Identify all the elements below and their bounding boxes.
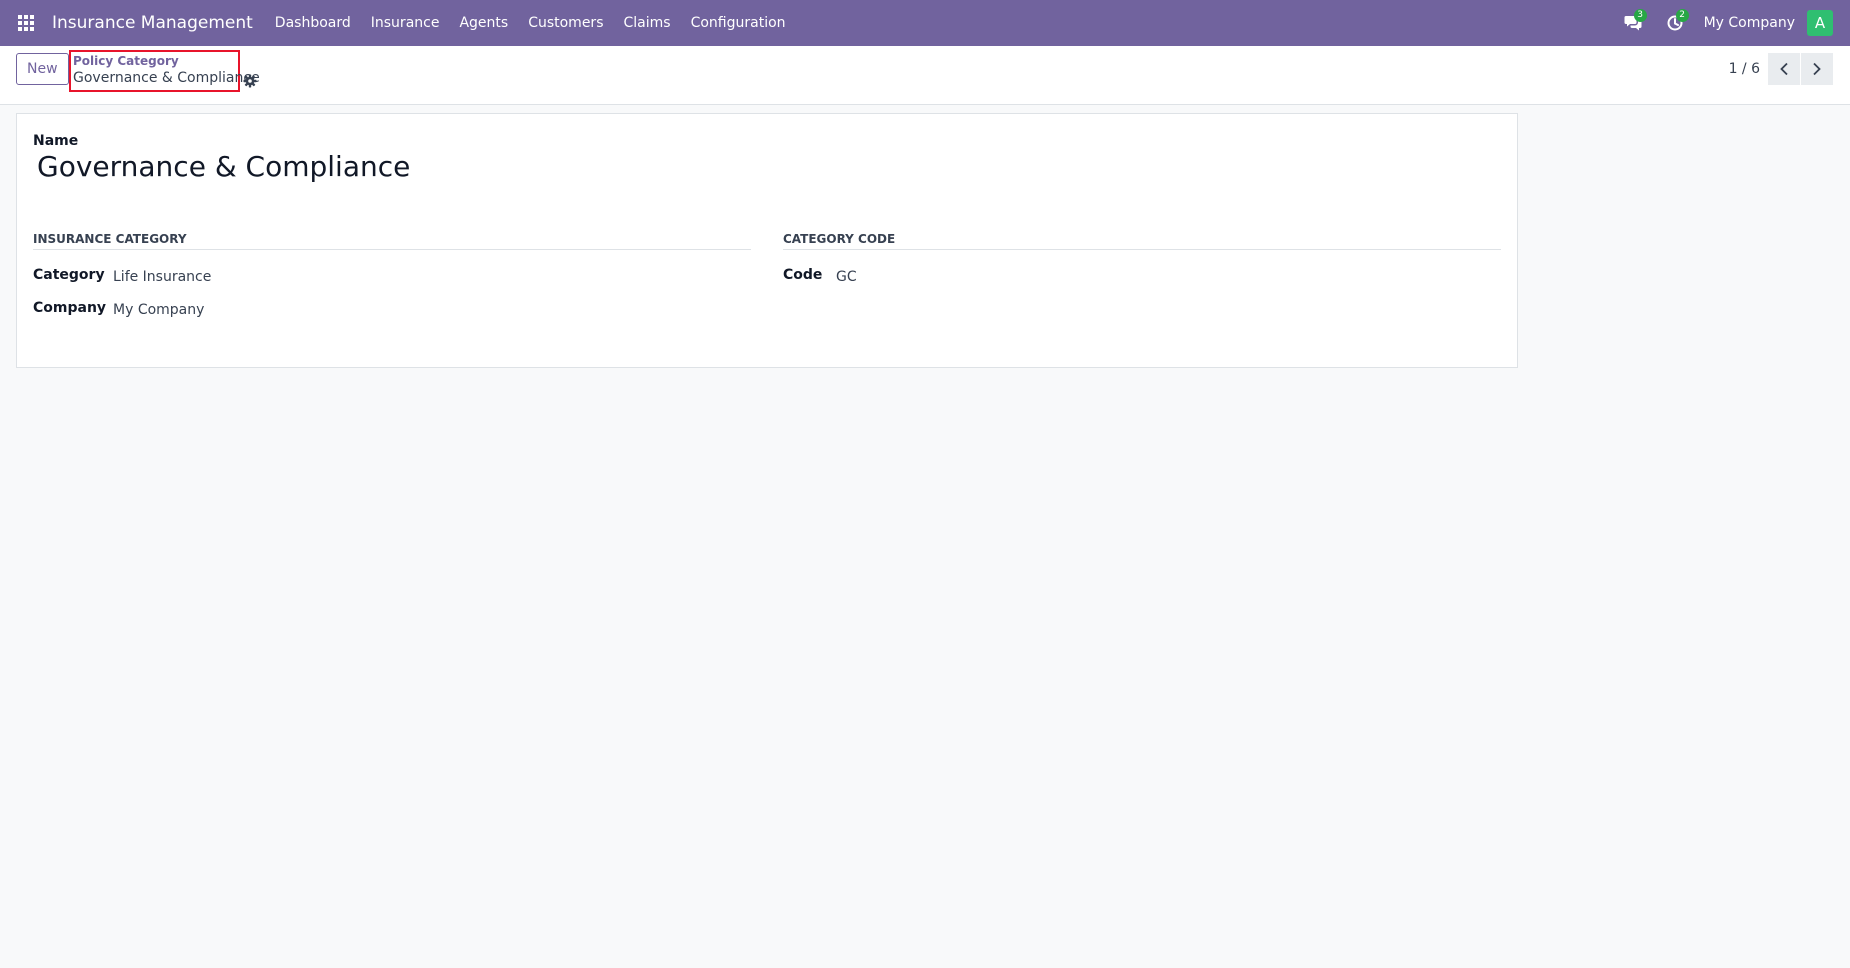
company-label: Company [33, 300, 107, 316]
breadcrumb-parent-link[interactable]: Policy Category [73, 54, 238, 69]
systray: 3 2 My Company A [1612, 0, 1850, 46]
field-row-company: Company My Company [33, 289, 751, 328]
activities-button[interactable]: 2 [1654, 0, 1696, 46]
name-label: Name [33, 133, 79, 149]
pager-value[interactable]: 1 / 6 [1729, 61, 1760, 77]
pager-next-button[interactable] [1801, 53, 1833, 85]
messages-count-badge: 3 [1633, 9, 1647, 22]
activities-count-badge: 2 [1675, 9, 1689, 22]
insurance-category-group: Insurance Category Category Life Insuran… [33, 232, 751, 328]
company-field[interactable]: My Company [113, 302, 204, 318]
user-avatar[interactable]: A [1807, 10, 1833, 36]
main-menu: Dashboard Insurance Agents Customers Cla… [265, 0, 796, 46]
field-row-category: Category Life Insurance [33, 250, 751, 289]
field-row-code: Code GC [783, 250, 1501, 289]
group-title: Insurance Category [33, 232, 751, 250]
actions-gear-button[interactable] [243, 73, 257, 88]
top-navbar: Insurance Management Dashboard Insurance… [0, 0, 1850, 46]
menu-item-agents[interactable]: Agents [449, 0, 518, 46]
menu-item-customers[interactable]: Customers [518, 0, 613, 46]
new-button[interactable]: New [16, 53, 69, 85]
breadcrumb: Policy Category Governance & Compliance [69, 50, 260, 92]
breadcrumb-current: Governance & Compliance [73, 70, 260, 86]
app-name[interactable]: Insurance Management [52, 13, 253, 33]
chevron-left-icon [1780, 62, 1788, 76]
apps-grid-icon [18, 15, 34, 31]
code-field[interactable]: GC [836, 269, 857, 285]
form-sheet: Name Governance & Compliance Insurance C… [16, 113, 1518, 368]
category-label: Category [33, 267, 105, 283]
gear-icon [243, 74, 257, 88]
menu-item-claims[interactable]: Claims [614, 0, 681, 46]
apps-menu-button[interactable] [0, 0, 52, 46]
code-label: Code [783, 267, 823, 283]
pager-previous-button[interactable] [1768, 53, 1800, 85]
menu-item-dashboard[interactable]: Dashboard [265, 0, 361, 46]
menu-item-configuration[interactable]: Configuration [681, 0, 796, 46]
name-field[interactable]: Governance & Compliance [37, 150, 410, 183]
group-title: Category Code [783, 232, 1501, 250]
menu-item-insurance[interactable]: Insurance [361, 0, 450, 46]
control-panel: New Policy Category Governance & Complia… [0, 46, 1850, 105]
category-field[interactable]: Life Insurance [113, 269, 211, 285]
category-code-group: Category Code Code GC [783, 232, 1501, 289]
record-pager: 1 / 6 [1729, 53, 1833, 85]
chevron-right-icon [1813, 62, 1821, 76]
company-switcher[interactable]: My Company [1696, 15, 1807, 31]
messages-button[interactable]: 3 [1612, 0, 1654, 46]
